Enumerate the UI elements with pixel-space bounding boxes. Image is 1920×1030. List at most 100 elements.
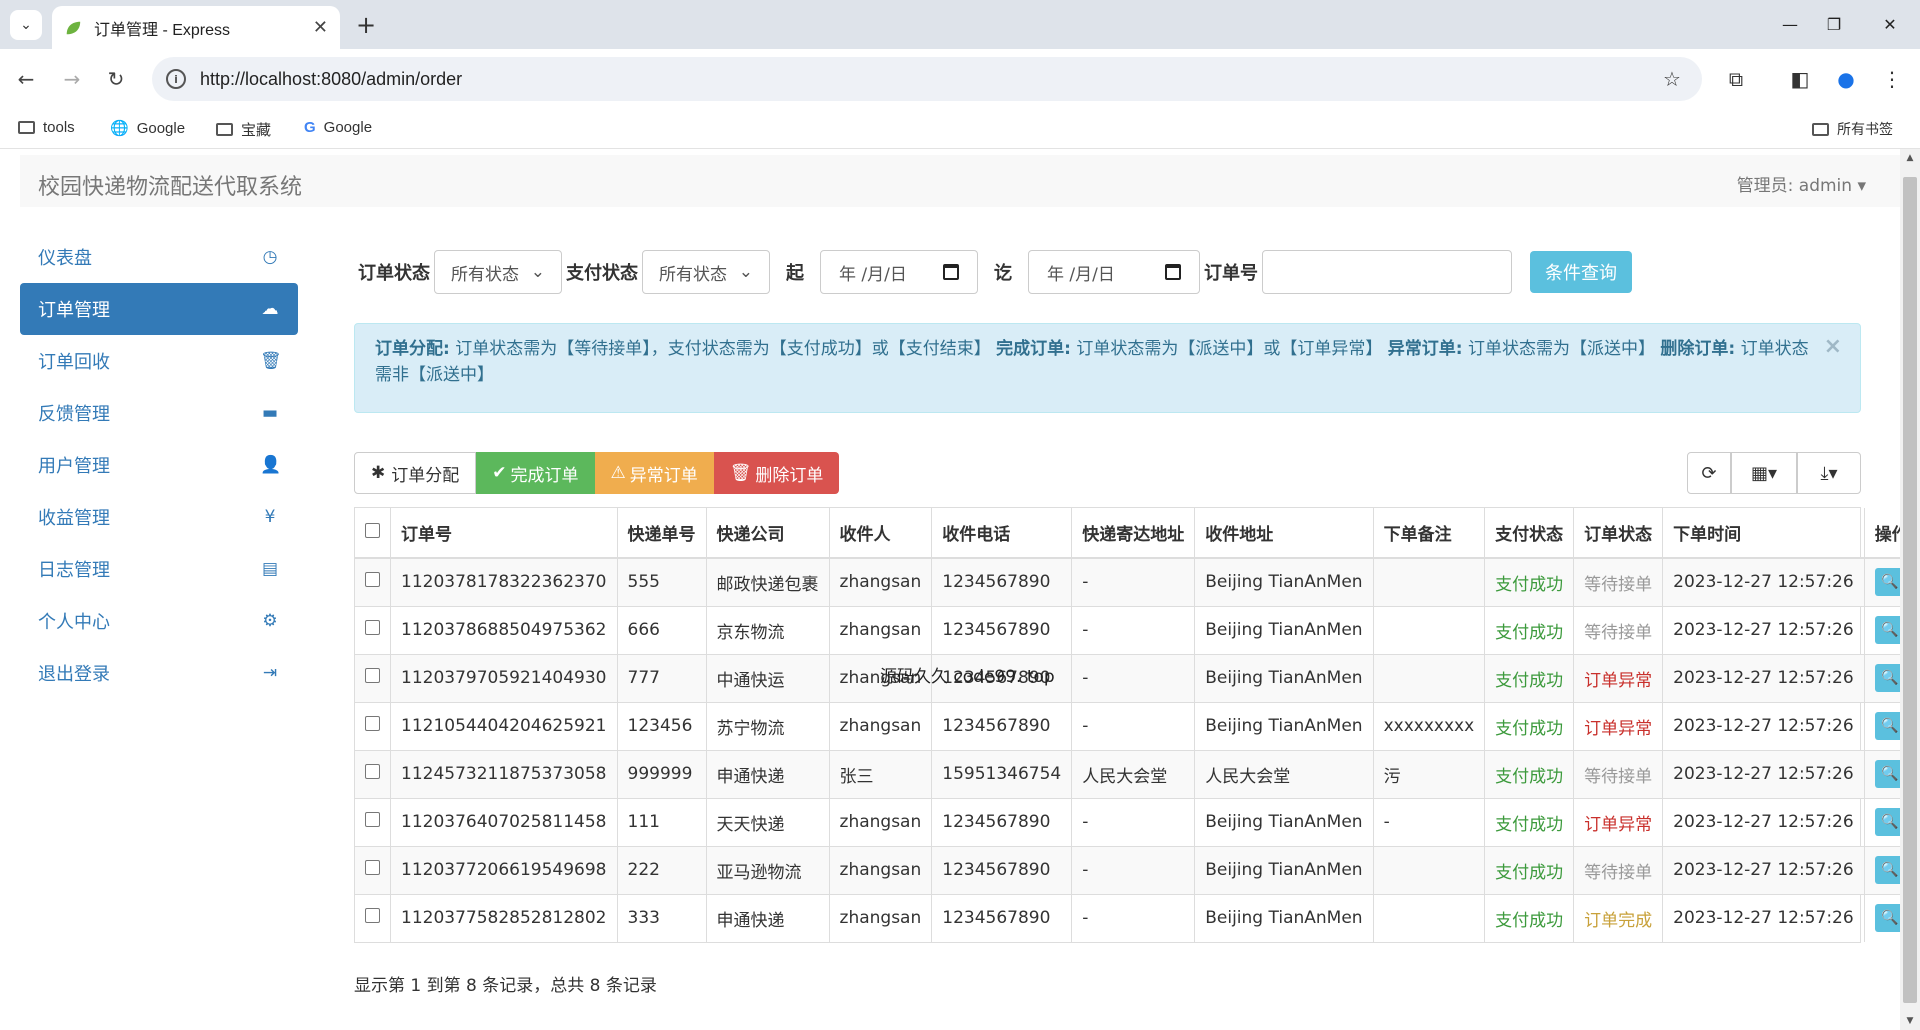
back-button[interactable]: ← [10, 63, 42, 95]
asterisk-icon: ✱ [371, 463, 386, 483]
dashboard-icon: ◷ [262, 247, 278, 267]
gear-icon: ⚙ [262, 611, 278, 631]
cell-remark [1373, 845, 1486, 894]
cell-from: - [1071, 557, 1196, 606]
omnibox[interactable]: i http://localhost:8080/admin/order [152, 57, 1702, 101]
close-window-button[interactable]: ✕ [1860, 0, 1920, 49]
col-order-no[interactable]: 订单号 [390, 508, 618, 559]
all-bookmarks[interactable]: 所有书签 [1812, 119, 1893, 139]
comment-icon: ▬ [261, 403, 279, 423]
cell-status: 等待接单 [1573, 845, 1664, 894]
tab-title: 订单管理 - Express [94, 21, 231, 39]
table-row[interactable]: 1120378178322362370 555 邮政快递包裹 zhangsan 1234… [355, 557, 1919, 606]
browser-tabstrip: ⌄ 订单管理 - Express ✕ + — ❐ ✕ [0, 0, 1920, 49]
table-row[interactable]: 1121054404204625921 123456 苏宁物流 zhangsan 123… [355, 701, 1919, 750]
scroll-up-icon[interactable]: ▲ [1900, 153, 1920, 163]
col-order-status[interactable]: 订单状态 [1573, 508, 1664, 559]
cell-pay: 支付成功 [1484, 605, 1575, 654]
sidebar-item-logout[interactable]: 退出登录 ⇥ [20, 647, 298, 699]
cloud-upload-icon: ☁ [261, 299, 279, 319]
sidebar-item-recycle[interactable]: 订单回收 🗑 [20, 335, 298, 387]
row-checkbox[interactable] [365, 668, 380, 683]
bookmark-tools[interactable]: tools [18, 119, 75, 136]
reload-button[interactable]: ↻ [100, 63, 132, 95]
refresh-icon[interactable]: ⟳ [1687, 452, 1731, 494]
row-checkbox[interactable] [365, 620, 380, 635]
select-all-cell [355, 508, 391, 559]
new-tab-button[interactable]: + [350, 10, 382, 40]
select-all-checkbox[interactable] [365, 522, 380, 538]
order-no-input[interactable] [1262, 250, 1512, 294]
sidebar-item-orders[interactable]: 订单管理 ☁ [20, 283, 298, 335]
table-row[interactable]: 1124573211875373058 999999 申通快递 张三 159513467… [355, 749, 1919, 798]
caret-down-icon: ▾ [1857, 176, 1866, 196]
from-date-input[interactable]: 年 /月/日 [820, 250, 978, 294]
forward-button[interactable]: → [56, 63, 88, 95]
bookmark-treasure[interactable]: 宝藏 [216, 119, 271, 140]
col-origin[interactable]: 快递寄达地址 [1071, 508, 1196, 559]
url-text[interactable]: http://localhost:8080/admin/order [200, 69, 462, 90]
cell-exp: 777 [617, 653, 707, 702]
profile-icon[interactable]: ● [1830, 63, 1862, 95]
sidebar-item-feedback[interactable]: 反馈管理 ▬ [20, 387, 298, 439]
row-checkbox[interactable] [365, 908, 380, 924]
sidebar-toggle-icon[interactable]: ◧ [1784, 63, 1816, 95]
scrollbar-thumb[interactable] [1903, 177, 1917, 1003]
col-company[interactable]: 快递公司 [706, 508, 830, 559]
restore-button[interactable]: ❐ [1804, 0, 1864, 49]
row-checkbox[interactable] [365, 716, 380, 731]
sidebar-item-dashboard[interactable]: 仪表盘 ◷ [20, 231, 298, 283]
yen-icon: ¥ [264, 507, 276, 527]
abnormal-order-button[interactable]: ⚠ 异常订单 [594, 452, 714, 494]
browser-menu-icon[interactable]: ⋮ [1876, 63, 1908, 95]
pay-status-select[interactable]: 所有状态 ⌄ [642, 250, 770, 294]
brand-title[interactable]: 校园快递物流配送代取系统 [38, 169, 302, 201]
bookmark-google[interactable]: 🌐 Google [110, 119, 185, 138]
columns-toggle-icon[interactable]: ▦▾ [1731, 452, 1797, 494]
bookmark-star-icon[interactable]: ☆ [1656, 63, 1688, 95]
calendar-icon[interactable] [1165, 264, 1181, 280]
site-info-icon[interactable]: i [166, 69, 186, 89]
admin-dropdown[interactable]: 管理员: admin ▾ [1737, 171, 1866, 196]
row-checkbox[interactable] [365, 860, 380, 875]
tab-list-button[interactable]: ⌄ [10, 10, 42, 40]
scroll-down-icon[interactable]: ▼ [1900, 1016, 1920, 1026]
bookmark-google-2[interactable]: G Google [304, 119, 372, 136]
query-button[interactable]: 条件查询 [1530, 251, 1632, 293]
sidebar-item-profile[interactable]: 个人中心 ⚙ [20, 595, 298, 647]
col-recipient[interactable]: 收件人 [829, 508, 933, 559]
row-checkbox[interactable] [365, 764, 380, 779]
table-row[interactable]: 1120376407025811458 111 天天快递 zhangsan 123456… [355, 797, 1919, 846]
col-phone[interactable]: 收件电话 [931, 508, 1073, 559]
table-row[interactable]: 1120377582852812802 333 申通快递 zhangsan 123456… [355, 893, 1919, 942]
browser-tab[interactable]: 订单管理 - Express ✕ [52, 6, 340, 49]
row-checkbox[interactable] [365, 572, 380, 588]
tab-close-icon[interactable]: ✕ [313, 17, 328, 38]
cell-name: zhangsan [829, 701, 933, 750]
cell-exp: 666 [617, 605, 707, 654]
col-remark[interactable]: 下单备注 [1373, 508, 1486, 559]
export-icon[interactable]: ⤓▾ [1797, 452, 1861, 494]
extensions-icon[interactable]: ⧉ [1720, 63, 1752, 95]
sidebar-item-users[interactable]: 用户管理 👤 [20, 439, 298, 491]
col-address[interactable]: 收件地址 [1194, 508, 1374, 559]
sidebar-item-revenue[interactable]: 收益管理 ¥ [20, 491, 298, 543]
to-date-input[interactable]: 年 /月/日 [1028, 250, 1200, 294]
delete-order-button[interactable]: 🗑 删除订单 [713, 452, 840, 494]
alert-close-icon[interactable]: × [1824, 334, 1842, 360]
table-row[interactable]: 1120377206619549698 222 亚马逊物流 zhangsan 12345… [355, 845, 1919, 894]
assign-order-button[interactable]: ✱ 订单分配 [354, 452, 477, 494]
sidebar-item-logs[interactable]: 日志管理 ▤ [20, 543, 298, 595]
order-status-select[interactable]: 所有状态 ⌄ [434, 250, 562, 294]
page-scrollbar[interactable]: ▲ ▼ [1900, 149, 1920, 1030]
col-time[interactable]: 下单时间 [1662, 508, 1865, 559]
col-express-no[interactable]: 快递单号 [617, 508, 707, 559]
leaf-favicon-icon [66, 21, 81, 34]
cell-company: 中通快运 [706, 653, 830, 702]
complete-order-button[interactable]: ✔ 完成订单 [476, 452, 595, 494]
table-row[interactable]: 1120379705921404930 777 中通快运 zhangsan 123456… [355, 653, 1919, 702]
table-row[interactable]: 1120378688504975362 666 京东物流 zhangsan 123456… [355, 605, 1919, 654]
calendar-icon[interactable] [943, 264, 959, 280]
col-pay-status[interactable]: 支付状态 [1484, 508, 1575, 559]
row-checkbox[interactable] [365, 812, 380, 827]
